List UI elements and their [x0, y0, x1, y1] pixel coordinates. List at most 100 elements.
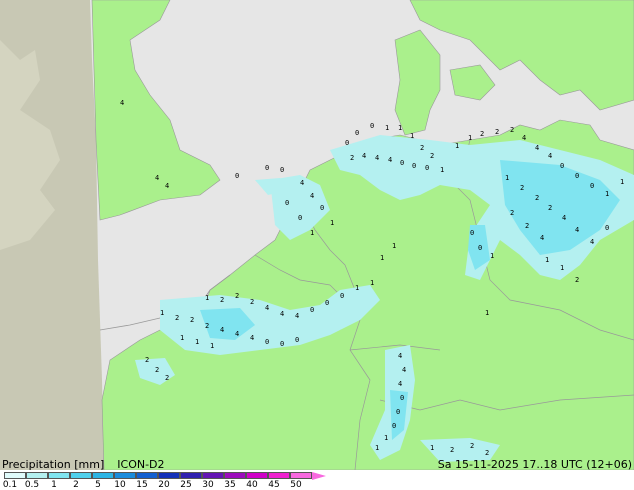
colorbar-tick-label: 50 [290, 480, 302, 490]
precip-value-label: 4 [398, 380, 402, 388]
precip-value-label: 0 [400, 394, 404, 402]
colorbar-swatch [26, 472, 48, 479]
precip-value-label: 2 [520, 184, 524, 192]
precip-value-label: 2 [525, 222, 529, 230]
precip-value-label: 2 [495, 128, 499, 136]
precip-value-label: 1 [485, 309, 489, 317]
precip-value-label: 0 [320, 204, 324, 212]
precip-value-label: 2 [175, 314, 179, 322]
colorbar-swatch [202, 472, 224, 479]
precip-value-label: 1 [392, 242, 396, 250]
colorbar-swatch [70, 472, 92, 479]
precip-value-label: 1 [210, 342, 214, 350]
title-left: Precipitation [mm] ICON-D2 [2, 459, 165, 471]
colorbar-tick-label: 40 [246, 480, 258, 490]
colorbar-swatch [224, 472, 246, 479]
precip-value-label: 0 [396, 408, 400, 416]
precip-value-label: 4 [265, 304, 269, 312]
precip-value-label: 4 [362, 152, 366, 160]
precip-value-label: 2 [250, 298, 254, 306]
precip-value-label: 0 [285, 199, 289, 207]
precip-value-label: 4 [375, 154, 379, 162]
colorbar-swatch [92, 472, 114, 479]
precip-value-label: 4 [590, 238, 594, 246]
colorbar-tick-label: 0.1 [2, 480, 18, 490]
colorbar-tick-label: 45 [268, 480, 280, 490]
precip-value-label: 4 [402, 366, 406, 374]
precip-value-label: 1 [545, 256, 549, 264]
precip-value-label: 1 [430, 444, 434, 452]
precip-value-label: 4 [235, 330, 239, 338]
precip-value-label: 4 [575, 226, 579, 234]
precip-value-label: 0 [560, 162, 564, 170]
precip-value-label: 0 [280, 166, 284, 174]
colorbar-tick-label: 1 [51, 480, 57, 490]
precip-value-label: 1 [620, 178, 624, 186]
precip-value-label: 0 [345, 139, 349, 147]
precip-value-label: 0 [478, 244, 482, 252]
precip-value-label: 2 [420, 144, 424, 152]
precip-value-label: 2 [485, 449, 489, 457]
precip-value-label: 1 [385, 124, 389, 132]
precip-value-label: 4 [540, 234, 544, 242]
precip-value-label: 4 [165, 182, 169, 190]
colorbar-tick-label: 30 [202, 480, 214, 490]
colorbar-tick-label: 2 [73, 480, 79, 490]
precip-value-label: 0 [470, 229, 474, 237]
precip-value-label: 1 [195, 338, 199, 346]
precip-value-label: 0 [425, 164, 429, 172]
precip-value-label: 0 [310, 306, 314, 314]
precip-value-label: 0 [265, 164, 269, 172]
precip-value-label: 1 [370, 279, 374, 287]
map-canvas: 000 1 11222 4 4 4 0 0 0 111 2 2 24440001112224440001… [0, 0, 634, 470]
precip-value-label: 1 [310, 229, 314, 237]
precip-value-label: 0 [590, 182, 594, 190]
precip-value-label: 1 [455, 142, 459, 150]
colorbar-tick-label: 5 [95, 480, 101, 490]
colorbar-swatch [136, 472, 158, 479]
precip-value-label: 4 [398, 352, 402, 360]
precip-value-label: 2 [220, 296, 224, 304]
precip-value-label: 0 [400, 159, 404, 167]
colorbar-tick-label: 10 [114, 480, 126, 490]
colorbar-tick-label: 15 [136, 480, 148, 490]
precip-value-label: 1 [560, 264, 564, 272]
precip-value-label: 0 [235, 172, 239, 180]
precip-value-label: 1 [355, 284, 359, 292]
precip-value-label: 4 [522, 134, 526, 142]
colorbar-tick-label: 35 [224, 480, 236, 490]
colorbar-swatch [48, 472, 70, 479]
precip-value-label: 1 [505, 174, 509, 182]
model-name: ICON-D2 [117, 458, 165, 471]
precip-value-label: 4 [310, 192, 314, 200]
precip-value-label: 2 [535, 194, 539, 202]
precip-value-label: 2 [470, 442, 474, 450]
precip-value-label: 2 [480, 130, 484, 138]
precip-value-label: 0 [370, 122, 374, 130]
precip-value-label: 1 [180, 334, 184, 342]
precip-value-label: 1 [605, 190, 609, 198]
precip-value-label: 2 [205, 322, 209, 330]
precip-value-label: 4 [155, 174, 159, 182]
precip-value-label: 4 [388, 156, 392, 164]
precip-value-label: 2 [165, 374, 169, 382]
precipitation-map-panel: 0001112224440001112224440001112224440001… [0, 0, 634, 490]
precip-value-label: 1 [410, 132, 414, 140]
precip-value-label: 1 [330, 219, 334, 227]
precip-value-label: 0 [340, 292, 344, 300]
precip-value-label: 4 [548, 152, 552, 160]
precip-value-label: 2 [510, 209, 514, 217]
precip-value-label: 0 [605, 224, 609, 232]
colorbar-tick-label: 0.5 [24, 480, 40, 490]
colorbar-swatch [4, 472, 26, 479]
precip-value-label: 2 [350, 154, 354, 162]
precip-value-label: 1 [468, 134, 472, 142]
precip-value-label: 0 [392, 422, 396, 430]
precip-value-label: 0 [355, 129, 359, 137]
precip-value-label: 1 [490, 252, 494, 260]
precip-value-label: 2 [190, 316, 194, 324]
precip-value-label: 1 [384, 434, 388, 442]
precip-value-label: 2 [450, 446, 454, 454]
precip-value-label: 2 [235, 292, 239, 300]
variable-name: Precipitation [mm] [2, 458, 105, 471]
